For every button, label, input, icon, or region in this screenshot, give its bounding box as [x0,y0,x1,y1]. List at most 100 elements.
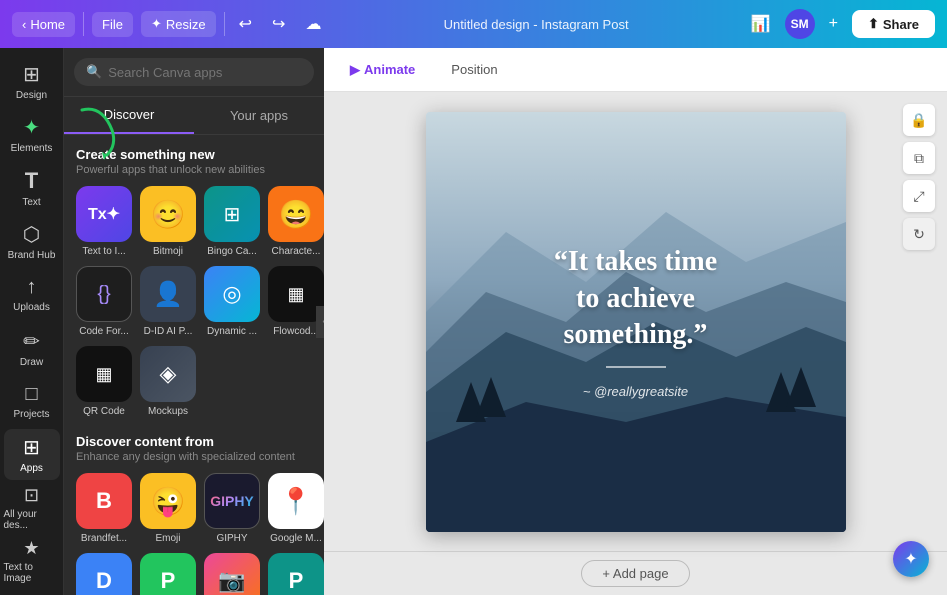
app-mockups-label: Mockups [148,406,188,418]
animate-button[interactable]: ▶ Animate [340,58,425,82]
app-item-4[interactable]: D [76,553,132,595]
googlemaps-icon: 📍 [268,473,324,529]
canvas-toolbar: ▶ Animate Position [324,48,947,92]
cloud-save-button[interactable]: ☁ [299,8,327,40]
magic-star-icon: ✦ [904,549,917,569]
app-item-dynamic[interactable]: ◎ Dynamic ... [204,266,260,338]
plus-button[interactable]: + [823,9,844,39]
app-item-code[interactable]: {} Code For... [76,266,132,338]
document-title: Untitled design - Instagram Post [335,17,736,32]
app-item-giphy[interactable]: GIPHY GIPHY [204,473,260,545]
collapse-panel-handle[interactable]: ‹ [316,306,324,338]
app-item-bingo[interactable]: ⊞ Bingo Ca... [204,186,260,258]
dynamic-icon: ◎ [204,266,260,322]
home-label: Home [30,17,65,32]
brand-icon: ⬡ [23,222,40,247]
redo-button[interactable]: ↪ [266,8,291,40]
app-item-qrcode[interactable]: ▦ QR Code [76,346,132,418]
apps-search-area: 🔍 [64,48,324,97]
elements-icon: ✦ [23,115,40,140]
section1-title: Create something new [76,147,312,162]
app-item-5[interactable]: P [140,553,196,595]
design-canvas[interactable]: “It takes time to achieve something.” ~ … [426,112,846,532]
app-item-mockups[interactable]: ◈ Mockups [140,346,196,418]
app-item-6[interactable]: 📷 [204,553,260,595]
app-did-label: D-ID AI P... [144,326,193,338]
sidebar-brand-label: Brand Hub [8,250,56,261]
app-item-bitmoji[interactable]: 😊 Bitmoji [140,186,196,258]
analytics-button[interactable]: 📊 [745,8,777,40]
sidebar-elements-label: Elements [11,143,53,154]
resize-label: Resize [166,17,206,32]
divider2 [224,12,225,36]
sidebar-item-brand[interactable]: ⬡ Brand Hub [4,216,60,267]
undo-button[interactable]: ↩ [233,8,258,40]
app-code-label: Code For... [79,326,128,338]
section2-sub: Enhance any design with specialized cont… [76,451,312,463]
search-input[interactable] [108,65,302,80]
expand-canvas-button[interactable]: ⤢ [903,180,935,212]
lock-canvas-button[interactable]: 🔒 [903,104,935,136]
sidebar-draw-label: Draw [20,357,43,368]
refresh-canvas-button[interactable]: ↻ [903,218,935,250]
app-giphy-label: GIPHY [216,533,247,545]
copy-icon: ⧉ [914,150,924,167]
app-bitmoji-label: Bitmoji [153,246,183,258]
copy-canvas-button[interactable]: ⧉ [903,142,935,174]
sidebar-item-text[interactable]: T Text [4,163,60,214]
sidebar-apps-label: Apps [20,463,43,474]
tab-your-apps[interactable]: Your apps [194,97,324,134]
topbar-right: 📊 SM + ⬆ Share [745,8,935,40]
sidebar-item-projects[interactable]: □ Projects [4,376,60,427]
add-page-button[interactable]: + Add page [581,560,689,587]
search-box[interactable]: 🔍 [74,58,314,86]
file-button[interactable]: File [92,12,133,37]
app-item-texttoi[interactable]: Tx✦ Text to I... [76,186,132,258]
animate-icon: ▶ [350,62,360,78]
share-icon: ⬆ [868,16,879,32]
sidebar-item-elements[interactable]: ✦ Elements [4,109,60,160]
apps-content: Create something new Powerful apps that … [64,135,324,595]
app-item-did[interactable]: 👤 D-ID AI P... [140,266,196,338]
sidebar-item-design[interactable]: ⊞ Design [4,56,60,107]
sidebar-item-draw[interactable]: ✏ Draw [4,322,60,373]
app-character-label: Characte... [272,246,321,258]
sidebar-text-label: Text [22,197,40,208]
giphy-icon: GIPHY [204,473,260,529]
chevron-left-icon: ‹ [22,17,26,32]
sidebar-uploads-label: Uploads [13,302,50,313]
app-bingo-label: Bingo Ca... [207,246,256,258]
home-button[interactable]: ‹ Home [12,12,75,37]
chart-icon: 📊 [751,14,771,34]
avatar[interactable]: SM [785,9,815,39]
section2-title: Discover content from [76,434,312,449]
app-item-7[interactable]: P [268,553,324,595]
app-item-emoji[interactable]: 😜 Emoji [140,473,196,545]
magic-star-button[interactable]: ✦ [893,541,929,577]
resize-button[interactable]: ✦ Resize [141,11,216,37]
app-item-brandfetch[interactable]: B Brandfet... [76,473,132,545]
refresh-icon: ↻ [913,226,925,243]
plus-icon: + [829,15,838,33]
app-item-googlemaps[interactable]: 📍 Google M... [268,473,324,545]
qrcode-icon: ▦ [76,346,132,402]
quote-line3: something.” [554,317,717,353]
app-item-character[interactable]: 😄 Characte... [268,186,324,258]
sidebar-item-texttoimage[interactable]: ★ Text to Image [4,536,60,587]
brandfetch-icon: B [76,473,132,529]
sidebar-item-alldesigns[interactable]: ⊡ All your des... [4,482,60,533]
animate-label: Animate [364,62,415,77]
sidebar-item-uploads[interactable]: ↑ Uploads [4,269,60,320]
position-button[interactable]: Position [441,58,507,81]
sidebar-design-label: Design [16,90,47,101]
canvas-wrapper: 🔒 ⧉ ⤢ ↻ [324,92,947,551]
quote-line2: to achieve [554,281,717,317]
emoji-icon: 😜 [140,473,196,529]
sidebar-item-apps[interactable]: ⊞ Apps [4,429,60,480]
share-button[interactable]: ⬆ Share [852,10,935,38]
tab-discover[interactable]: Discover [64,97,194,134]
projects-icon: □ [25,383,37,406]
search-icon: 🔍 [86,64,102,80]
app-dynamic-label: Dynamic ... [207,326,257,338]
main-layout: ⊞ Design ✦ Elements T Text ⬡ Brand Hub ↑… [0,48,947,595]
